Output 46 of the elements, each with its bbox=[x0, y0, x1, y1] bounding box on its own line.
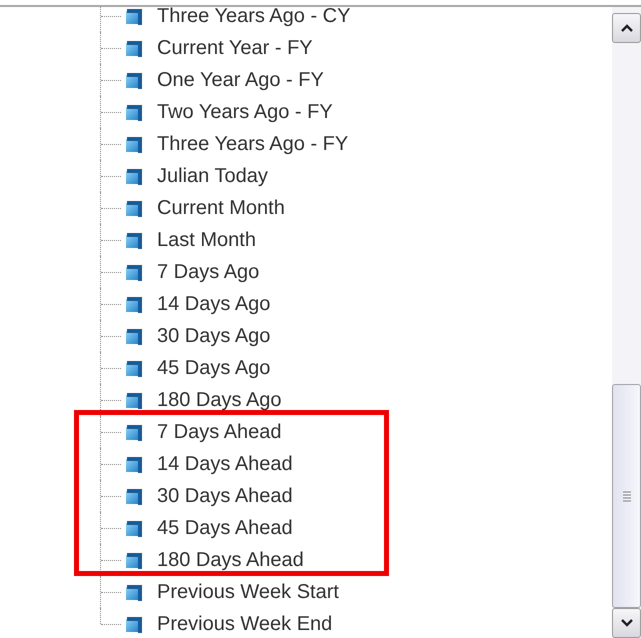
field-icon bbox=[125, 231, 143, 249]
tree-item[interactable]: Julian Today bbox=[157, 164, 268, 188]
tree-item[interactable]: Previous Week End bbox=[157, 612, 332, 636]
scroll-up-button[interactable] bbox=[612, 13, 641, 43]
tree-item[interactable]: 7 Days Ago bbox=[157, 260, 260, 284]
tree-item[interactable]: 180 Days Ahead bbox=[157, 548, 304, 572]
field-icon bbox=[125, 359, 143, 377]
field-icon bbox=[125, 199, 143, 217]
field-icon bbox=[125, 103, 143, 121]
grip-icon bbox=[622, 490, 632, 502]
field-icon bbox=[125, 487, 143, 505]
field-icon bbox=[125, 423, 143, 441]
tree-item[interactable]: Previous Week Start bbox=[157, 580, 339, 604]
tree-item[interactable]: 45 Days Ago bbox=[157, 356, 270, 380]
field-icon bbox=[125, 39, 143, 57]
scroll-down-button[interactable] bbox=[612, 608, 641, 638]
field-icon bbox=[125, 519, 143, 537]
tree-item[interactable]: Last Month bbox=[157, 228, 256, 252]
field-icon bbox=[125, 71, 143, 89]
tree-item[interactable]: Current Month bbox=[157, 196, 285, 220]
tree-item[interactable]: Two Years Ago - FY bbox=[157, 100, 333, 124]
field-icon bbox=[125, 615, 143, 633]
tree-item[interactable]: One Year Ago - FY bbox=[157, 68, 324, 92]
tree-item[interactable]: Three Years Ago - FY bbox=[157, 132, 348, 156]
field-icon bbox=[125, 295, 143, 313]
tree-item[interactable]: 14 Days Ago bbox=[157, 292, 270, 316]
tree-item[interactable]: Current Year - FY bbox=[157, 36, 313, 60]
tree-item[interactable]: 45 Days Ahead bbox=[157, 516, 293, 540]
tree-item[interactable]: 30 Days Ago bbox=[157, 324, 270, 348]
field-icon bbox=[125, 455, 143, 473]
chevron-up-icon bbox=[620, 24, 632, 32]
chevron-down-icon bbox=[620, 619, 632, 627]
tree-item[interactable]: 180 Days Ago bbox=[157, 388, 282, 412]
tree-item[interactable]: 14 Days Ahead bbox=[157, 452, 293, 476]
field-icon bbox=[125, 551, 143, 569]
field-icon bbox=[125, 7, 143, 25]
tree-item[interactable]: Three Years Ago - CY bbox=[157, 7, 350, 28]
field-icon bbox=[125, 583, 143, 601]
field-icon bbox=[125, 327, 143, 345]
field-icon bbox=[125, 135, 143, 153]
field-icon bbox=[125, 391, 143, 409]
field-icon bbox=[125, 167, 143, 185]
tree-item[interactable]: 7 Days Ahead bbox=[157, 420, 282, 444]
scroll-thumb[interactable] bbox=[612, 384, 641, 608]
field-icon bbox=[125, 263, 143, 281]
tree-item[interactable]: 30 Days Ahead bbox=[157, 484, 293, 508]
